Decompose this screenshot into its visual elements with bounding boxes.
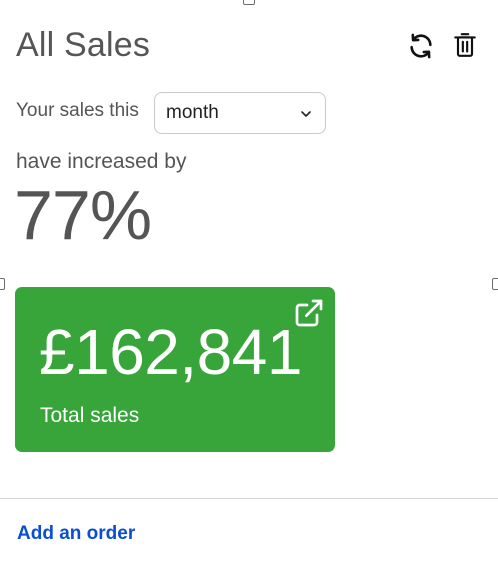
sales-period-label: Your sales this bbox=[16, 100, 139, 121]
resize-handle-top[interactable] bbox=[243, 0, 255, 5]
total-sales-card: £162,841 Total sales bbox=[15, 287, 335, 452]
open-details-button[interactable] bbox=[292, 296, 326, 330]
delete-button[interactable] bbox=[450, 30, 480, 60]
widget-title: All Sales bbox=[16, 26, 151, 64]
external-link-icon bbox=[295, 299, 323, 327]
refresh-icon bbox=[410, 33, 432, 59]
period-select[interactable]: month bbox=[154, 92, 326, 134]
period-select-value: month bbox=[166, 102, 219, 123]
footer-divider bbox=[0, 498, 498, 499]
add-order-link[interactable]: Add an order bbox=[17, 523, 135, 545]
increase-percent: 77% bbox=[14, 176, 152, 254]
total-sales-label: Total sales bbox=[40, 404, 140, 427]
refresh-button[interactable] bbox=[406, 31, 436, 61]
trash-icon bbox=[454, 33, 476, 57]
total-sales-amount: £162,841 bbox=[39, 316, 302, 388]
resize-handle-right[interactable] bbox=[492, 278, 498, 290]
chevron-down-icon bbox=[301, 111, 311, 117]
resize-handle-left[interactable] bbox=[0, 278, 5, 290]
increase-label: have increased by bbox=[16, 150, 187, 173]
